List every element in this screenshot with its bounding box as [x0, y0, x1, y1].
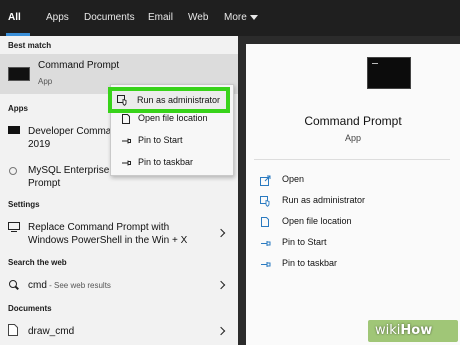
- pin-icon: [121, 158, 131, 168]
- search-tab-bar: All Apps Documents Email Web More: [0, 0, 460, 36]
- search-icon: [9, 280, 17, 288]
- preview-title: Command Prompt: [304, 114, 402, 128]
- command-prompt-icon: [367, 57, 411, 89]
- context-menu-pin-to-start[interactable]: Pin to Start: [111, 131, 235, 151]
- chevron-right-icon: [216, 326, 226, 336]
- file-location-icon: [121, 114, 131, 124]
- monitor-icon: [8, 222, 20, 232]
- best-match-title: Command Prompt: [38, 60, 120, 71]
- terminal-icon: [8, 126, 20, 134]
- section-documents: Documents: [8, 304, 52, 313]
- section-apps: Apps: [8, 104, 28, 113]
- tab-web[interactable]: Web: [188, 0, 208, 36]
- action-label: Pin to Start: [282, 237, 327, 247]
- tab-email[interactable]: Email: [148, 0, 173, 36]
- document-icon: [8, 324, 18, 336]
- action-label: Run as administrator: [282, 195, 366, 205]
- section-search-web: Search the web: [8, 258, 67, 267]
- context-menu-pin-to-taskbar[interactable]: Pin to taskbar: [111, 153, 235, 173]
- watermark-wiki: wiki: [375, 323, 401, 338]
- open-icon: [260, 175, 271, 186]
- app-item-line2: 2019: [28, 139, 51, 150]
- shield-icon: [260, 196, 270, 207]
- tab-documents[interactable]: Documents: [84, 0, 135, 36]
- app-item-line2: Prompt: [28, 178, 61, 189]
- setting-line2: Windows PowerShell in the Win + X: [28, 235, 188, 246]
- web-hint: - See web results: [46, 281, 111, 290]
- tab-more[interactable]: More: [224, 0, 258, 36]
- action-pin-to-start[interactable]: Pin to Start: [260, 235, 450, 251]
- shield-icon: [117, 95, 128, 106]
- app-item-line1: Developer Comma: [28, 126, 112, 137]
- action-label: Open: [282, 174, 305, 184]
- pin-icon: [260, 259, 271, 269]
- context-menu-label: Run as administrator: [137, 95, 221, 105]
- tab-apps[interactable]: Apps: [46, 0, 69, 36]
- section-best-match: Best match: [8, 41, 52, 50]
- cursor-glyph: [372, 63, 378, 64]
- chevron-right-icon: [216, 280, 226, 290]
- action-label: Pin to taskbar: [282, 258, 338, 268]
- chevron-down-icon: [249, 14, 258, 20]
- action-open[interactable]: Open: [260, 172, 450, 188]
- preview-pane: Command Prompt App Open Run as administr…: [246, 44, 460, 345]
- mysql-icon: [8, 166, 18, 176]
- web-query: cmd: [28, 280, 47, 291]
- context-menu-label: Pin to Start: [138, 135, 183, 145]
- tab-more-label: More: [224, 12, 247, 23]
- context-menu-label: Pin to taskbar: [138, 157, 194, 167]
- watermark-how: How: [400, 323, 433, 338]
- preview-subtitle: App: [344, 133, 361, 143]
- tab-all[interactable]: All: [8, 0, 21, 36]
- setting-line1: Replace Command Prompt with: [28, 222, 170, 233]
- chevron-right-icon: [216, 228, 226, 238]
- pin-icon: [260, 238, 271, 248]
- context-menu-label: Open file location: [138, 113, 208, 123]
- section-settings: Settings: [8, 200, 40, 209]
- context-menu-run-as-administrator[interactable]: Run as administrator: [108, 87, 230, 113]
- results-list: Best match Command Prompt App Apps Devel…: [0, 36, 238, 345]
- action-run-as-administrator[interactable]: Run as administrator: [260, 193, 450, 209]
- document-name: draw_cmd: [28, 326, 75, 337]
- action-open-file-location[interactable]: Open file location: [260, 214, 450, 230]
- file-location-icon: [260, 217, 270, 227]
- app-item-line1: MySQL Enterprise: [28, 165, 110, 176]
- divider: [254, 159, 450, 160]
- action-label: Open file location: [282, 216, 352, 226]
- action-pin-to-taskbar[interactable]: Pin to taskbar: [260, 256, 450, 272]
- command-prompt-icon: [8, 67, 30, 81]
- best-match-subtitle: App: [38, 77, 53, 86]
- wikihow-watermark: wikiHow: [375, 323, 432, 338]
- pin-icon: [121, 136, 131, 146]
